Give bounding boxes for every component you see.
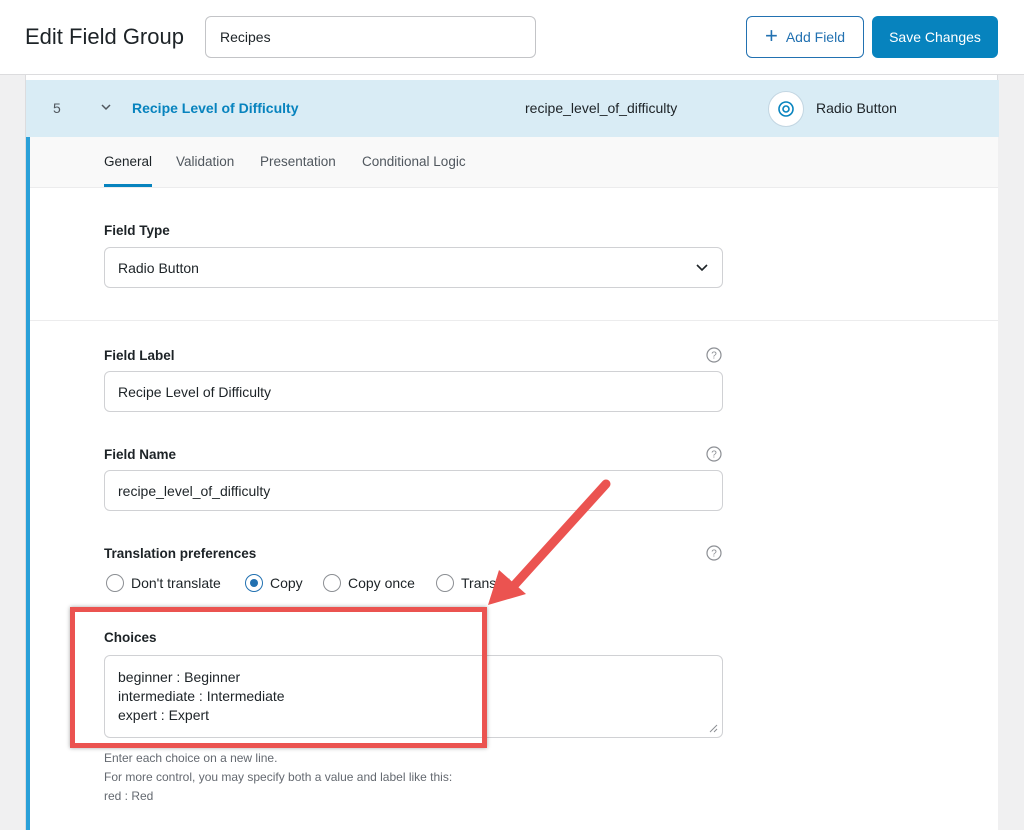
field-type-label: Field Type <box>104 223 170 238</box>
save-changes-button[interactable]: Save Changes <box>872 16 998 58</box>
tab-validation[interactable]: Validation <box>176 154 234 169</box>
choices-hint: Enter each choice on a new line. <box>104 751 278 765</box>
help-icon[interactable]: ? <box>706 347 722 363</box>
radio-copy-once[interactable]: Copy once <box>323 574 415 592</box>
field-label-value: Recipe Level of Difficulty <box>118 383 272 400</box>
field-name-input[interactable]: recipe_level_of_difficulty <box>104 470 723 511</box>
field-label-input[interactable]: Recipe Level of Difficulty <box>104 371 723 412</box>
translation-preferences-label: Translation preferences <box>104 546 257 561</box>
add-field-button[interactable]: + Add Field <box>746 16 864 58</box>
radio-label: Copy <box>270 575 303 591</box>
chevron-down-icon[interactable] <box>100 101 112 113</box>
top-bar: Edit Field Group + Add Field Save Change… <box>0 0 1024 75</box>
radio-button-type-icon <box>768 91 804 127</box>
field-name-value: recipe_level_of_difficulty <box>118 482 271 499</box>
section-divider <box>30 320 998 321</box>
radio-circle-selected <box>245 574 263 592</box>
page-title: Edit Field Group <box>25 24 184 49</box>
radio-dont-translate[interactable]: Don't translate <box>106 574 221 592</box>
svg-text:?: ? <box>711 549 717 560</box>
tab-conditional-logic[interactable]: Conditional Logic <box>362 154 466 169</box>
chevron-down-icon <box>696 263 708 271</box>
field-label-link[interactable]: Recipe Level of Difficulty <box>132 100 298 116</box>
settings-tabs: General Validation Presentation Conditio… <box>30 137 998 188</box>
field-type-text: Radio Button <box>816 100 897 116</box>
radio-circle <box>323 574 341 592</box>
radio-copy[interactable]: Copy <box>245 574 303 592</box>
field-row[interactable]: 5 Recipe Level of Difficulty recipe_leve… <box>26 80 999 137</box>
choices-hint: For more control, you may specify both a… <box>104 770 453 784</box>
help-icon[interactable]: ? <box>706 545 722 561</box>
radio-label: Don't translate <box>131 575 221 591</box>
radio-circle <box>436 574 454 592</box>
radio-label: Translate <box>461 575 519 591</box>
radio-circle <box>106 574 124 592</box>
tab-presentation[interactable]: Presentation <box>260 154 336 169</box>
tab-general[interactable]: General <box>104 154 152 169</box>
field-order: 5 <box>53 100 61 116</box>
radio-label: Copy once <box>348 575 415 591</box>
field-type-value: Radio Button <box>118 259 199 276</box>
field-name-label: Field Name <box>104 447 177 462</box>
resize-handle-icon[interactable] <box>709 724 718 733</box>
annotation-highlight-box <box>70 607 487 748</box>
svg-text:?: ? <box>711 351 717 362</box>
help-icon[interactable]: ? <box>706 446 722 462</box>
field-type-select[interactable]: Radio Button <box>104 247 723 288</box>
svg-text:?: ? <box>711 450 717 461</box>
active-tab-indicator <box>104 184 152 187</box>
field-key: recipe_level_of_difficulty <box>525 100 678 116</box>
field-group-title-input[interactable] <box>205 16 536 58</box>
add-field-label: Add Field <box>785 29 845 45</box>
radio-translate[interactable]: Translate <box>436 574 519 592</box>
plus-icon: + <box>764 23 778 48</box>
field-label-label: Field Label <box>104 348 175 363</box>
choices-hint: red : Red <box>104 789 154 803</box>
